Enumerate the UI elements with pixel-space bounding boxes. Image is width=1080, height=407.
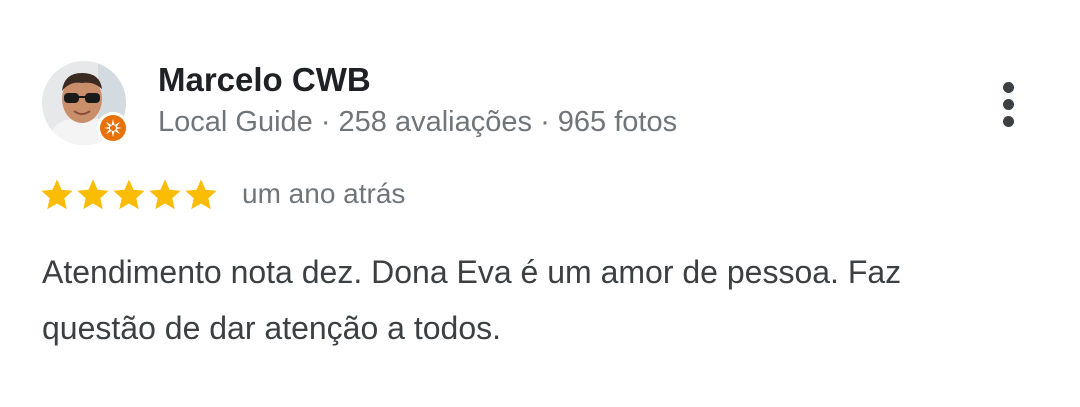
star-icon — [113, 179, 145, 210]
review-date: um ano atrás — [242, 178, 406, 209]
more-options-button[interactable] — [986, 78, 1032, 128]
star-icon — [41, 179, 73, 210]
review-card: Marcelo CWB Local Guide · 258 avaliações… — [0, 0, 1080, 407]
review-text-line: Atendimento nota dez. Dona Eva é um amor… — [42, 254, 902, 290]
more-vert-icon — [1003, 116, 1014, 127]
reviewer-avatar-wrapper[interactable] — [42, 61, 130, 147]
star-rating — [40, 174, 222, 214]
more-vert-icon — [1003, 99, 1014, 110]
star-icon — [149, 179, 181, 210]
review-text: Atendimento nota dez. Dona Eva é um amor… — [42, 244, 1042, 356]
more-vert-icon — [1003, 82, 1014, 93]
review-text-line: questão de dar atenção a todos. — [42, 310, 502, 346]
star-icon — [77, 179, 109, 210]
star-icon — [185, 179, 217, 210]
local-guide-badge-icon — [96, 111, 130, 145]
reviewer-meta: Local Guide · 258 avaliações · 965 fotos — [158, 106, 678, 138]
reviewer-name[interactable]: Marcelo CWB — [158, 60, 371, 100]
